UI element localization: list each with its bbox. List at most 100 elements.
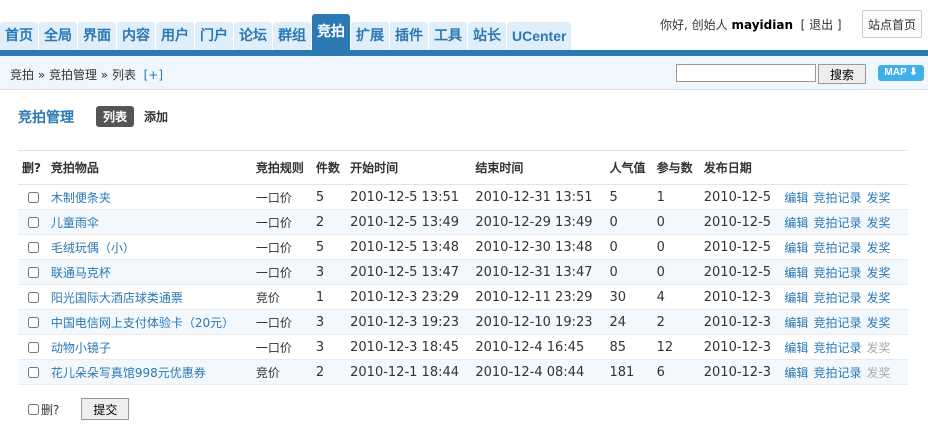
bid-records-link[interactable]: 竞拍记录 bbox=[813, 341, 861, 355]
row-cell-participants: 12 bbox=[652, 334, 700, 360]
row-cell-popularity: 5 bbox=[605, 184, 653, 210]
row-cell-ops: 编辑 竞拍记录 发奖 bbox=[780, 184, 908, 210]
edit-link[interactable]: 编辑 bbox=[784, 316, 808, 330]
table-row: 联通马克杯 一口价 3 2010-12-5 13:47 2010-12-31 13:47… bbox=[18, 259, 908, 285]
site-home-button[interactable]: 站点首页 bbox=[862, 10, 922, 38]
item-name-link[interactable]: 花儿朵朵写真馆998元优惠券 bbox=[51, 366, 206, 380]
nav-item-12[interactable]: 站长 bbox=[468, 22, 506, 50]
row-cell-name: 木制便条夹 bbox=[46, 184, 252, 210]
edit-link[interactable]: 编辑 bbox=[784, 191, 808, 205]
item-name-link[interactable]: 中国电信网上支付体验卡（20元） bbox=[51, 316, 234, 330]
edit-link[interactable]: 编辑 bbox=[784, 241, 808, 255]
row-delete-checkbox[interactable] bbox=[28, 292, 39, 303]
item-name-link[interactable]: 动物小镜子 bbox=[51, 341, 111, 355]
row-cell-end: 2010-12-31 13:47 bbox=[471, 259, 606, 285]
column-header: 竞拍规则 bbox=[251, 150, 312, 185]
column-header: 件数 bbox=[311, 150, 347, 185]
row-cell-select bbox=[18, 209, 47, 235]
breadcrumb-path: 竞拍 » 竞拍管理 » 列表 bbox=[10, 68, 136, 82]
nav-item-8[interactable]: 竞拍 bbox=[312, 14, 350, 50]
row-cell-popularity: 24 bbox=[605, 309, 653, 335]
row-delete-checkbox[interactable] bbox=[28, 242, 39, 253]
nav-item-4[interactable]: 用户 bbox=[156, 22, 194, 50]
row-cell-ops: 编辑 竞拍记录 发奖 bbox=[780, 259, 908, 285]
row-delete-checkbox[interactable] bbox=[28, 367, 39, 378]
column-header: 结束时间 bbox=[471, 150, 606, 185]
row-cell-participants: 0 bbox=[652, 234, 700, 260]
award-link[interactable]: 发奖 bbox=[866, 241, 890, 255]
item-name-link[interactable]: 联通马克杯 bbox=[51, 266, 111, 280]
row-cell-ops: 编辑 竞拍记录 发奖 bbox=[780, 334, 908, 360]
item-name-link[interactable]: 毛绒玩偶（小） bbox=[51, 241, 135, 255]
breadcrumb: 竞拍 » 竞拍管理 » 列表 [+] bbox=[10, 66, 163, 83]
bid-records-link[interactable]: 竞拍记录 bbox=[813, 191, 861, 205]
nav-item-1[interactable]: 全局 bbox=[39, 22, 77, 50]
select-all-checkbox[interactable] bbox=[28, 403, 39, 415]
row-cell-name: 阳光国际大酒店球类通票 bbox=[46, 284, 252, 310]
row-cell-end: 2010-12-4 08:44 bbox=[471, 359, 606, 385]
row-cell-qty: 5 bbox=[311, 234, 347, 260]
nav-item-0[interactable]: 首页 bbox=[0, 22, 38, 50]
row-cell-rule: 一口价 bbox=[251, 234, 312, 260]
column-header: 删? bbox=[18, 150, 47, 185]
row-cell-qty: 3 bbox=[311, 259, 347, 285]
row-cell-date: 2010-12-3 bbox=[699, 359, 781, 385]
add-shortcut-link[interactable]: [+] bbox=[144, 68, 163, 82]
award-link[interactable]: 发奖 bbox=[866, 216, 890, 230]
edit-link[interactable]: 编辑 bbox=[784, 266, 808, 280]
row-delete-checkbox[interactable] bbox=[28, 217, 39, 228]
row-cell-select bbox=[18, 284, 47, 310]
item-name-link[interactable]: 阳光国际大酒店球类通票 bbox=[51, 291, 183, 305]
nav-item-10[interactable]: 插件 bbox=[390, 22, 428, 50]
nav-item-6[interactable]: 论坛 bbox=[234, 22, 272, 50]
submit-button[interactable]: 提交 bbox=[81, 398, 130, 420]
logout-link[interactable]: [ 退出 ] bbox=[801, 18, 842, 32]
award-link[interactable]: 发奖 bbox=[866, 266, 890, 280]
auction-table: 删? 竞拍物品 竞拍规则 件数 开始时间 结束时间 人气值 参与数 发布日期 木制便条夹 一口价 5… bbox=[18, 150, 908, 385]
row-cell-participants: 0 bbox=[652, 259, 700, 285]
bid-records-link[interactable]: 竞拍记录 bbox=[813, 216, 861, 230]
column-header-ops bbox=[780, 150, 908, 185]
table-row: 毛绒玩偶（小） 一口价 5 2010-12-5 13:48 2010-12-30 13:… bbox=[18, 234, 908, 260]
award-link[interactable]: 发奖 bbox=[866, 316, 890, 330]
bid-records-link[interactable]: 竞拍记录 bbox=[813, 366, 861, 380]
row-delete-checkbox[interactable] bbox=[28, 192, 39, 203]
row-cell-select bbox=[18, 334, 47, 360]
row-cell-qty: 2 bbox=[311, 359, 347, 385]
row-cell-date: 2010-12-3 bbox=[699, 284, 781, 310]
column-header: 人气值 bbox=[605, 150, 653, 185]
award-link[interactable]: 发奖 bbox=[866, 191, 890, 205]
edit-link[interactable]: 编辑 bbox=[784, 216, 808, 230]
search-input[interactable] bbox=[676, 64, 816, 82]
item-name-link[interactable]: 木制便条夹 bbox=[51, 191, 111, 205]
bid-records-link[interactable]: 竞拍记录 bbox=[813, 291, 861, 305]
edit-link[interactable]: 编辑 bbox=[784, 341, 808, 355]
nav-item-11[interactable]: 工具 bbox=[429, 22, 467, 50]
nav-item-5[interactable]: 门户 bbox=[195, 22, 233, 50]
row-cell-ops: 编辑 竞拍记录 发奖 bbox=[780, 359, 908, 385]
nav-item-7[interactable]: 群组 bbox=[273, 22, 311, 50]
edit-link[interactable]: 编辑 bbox=[784, 366, 808, 380]
row-delete-checkbox[interactable] bbox=[28, 342, 39, 353]
nav-item-3[interactable]: 内容 bbox=[117, 22, 155, 50]
tab-list[interactable]: 列表 bbox=[96, 106, 135, 127]
row-cell-end: 2010-12-4 16:45 bbox=[471, 334, 606, 360]
award-link[interactable]: 发奖 bbox=[866, 291, 890, 305]
row-delete-checkbox[interactable] bbox=[28, 317, 39, 328]
map-button[interactable]: MAP ⬇ bbox=[878, 65, 924, 81]
bid-records-link[interactable]: 竞拍记录 bbox=[813, 241, 861, 255]
bid-records-link[interactable]: 竞拍记录 bbox=[813, 316, 861, 330]
row-cell-select bbox=[18, 259, 47, 285]
column-header: 参与数 bbox=[652, 150, 700, 185]
item-name-link[interactable]: 儿童雨伞 bbox=[51, 216, 99, 230]
nav-item-13[interactable]: UCenter bbox=[507, 22, 572, 50]
bid-records-link[interactable]: 竞拍记录 bbox=[813, 266, 861, 280]
row-cell-ops: 编辑 竞拍记录 发奖 bbox=[780, 234, 908, 260]
nav-item-2[interactable]: 界面 bbox=[78, 22, 116, 50]
search-button[interactable]: 搜索 bbox=[818, 64, 866, 84]
row-delete-checkbox[interactable] bbox=[28, 267, 39, 278]
tab-add[interactable]: 添加 bbox=[144, 108, 168, 125]
nav-item-9[interactable]: 扩展 bbox=[351, 22, 389, 50]
row-cell-participants: 6 bbox=[652, 359, 700, 385]
edit-link[interactable]: 编辑 bbox=[784, 291, 808, 305]
